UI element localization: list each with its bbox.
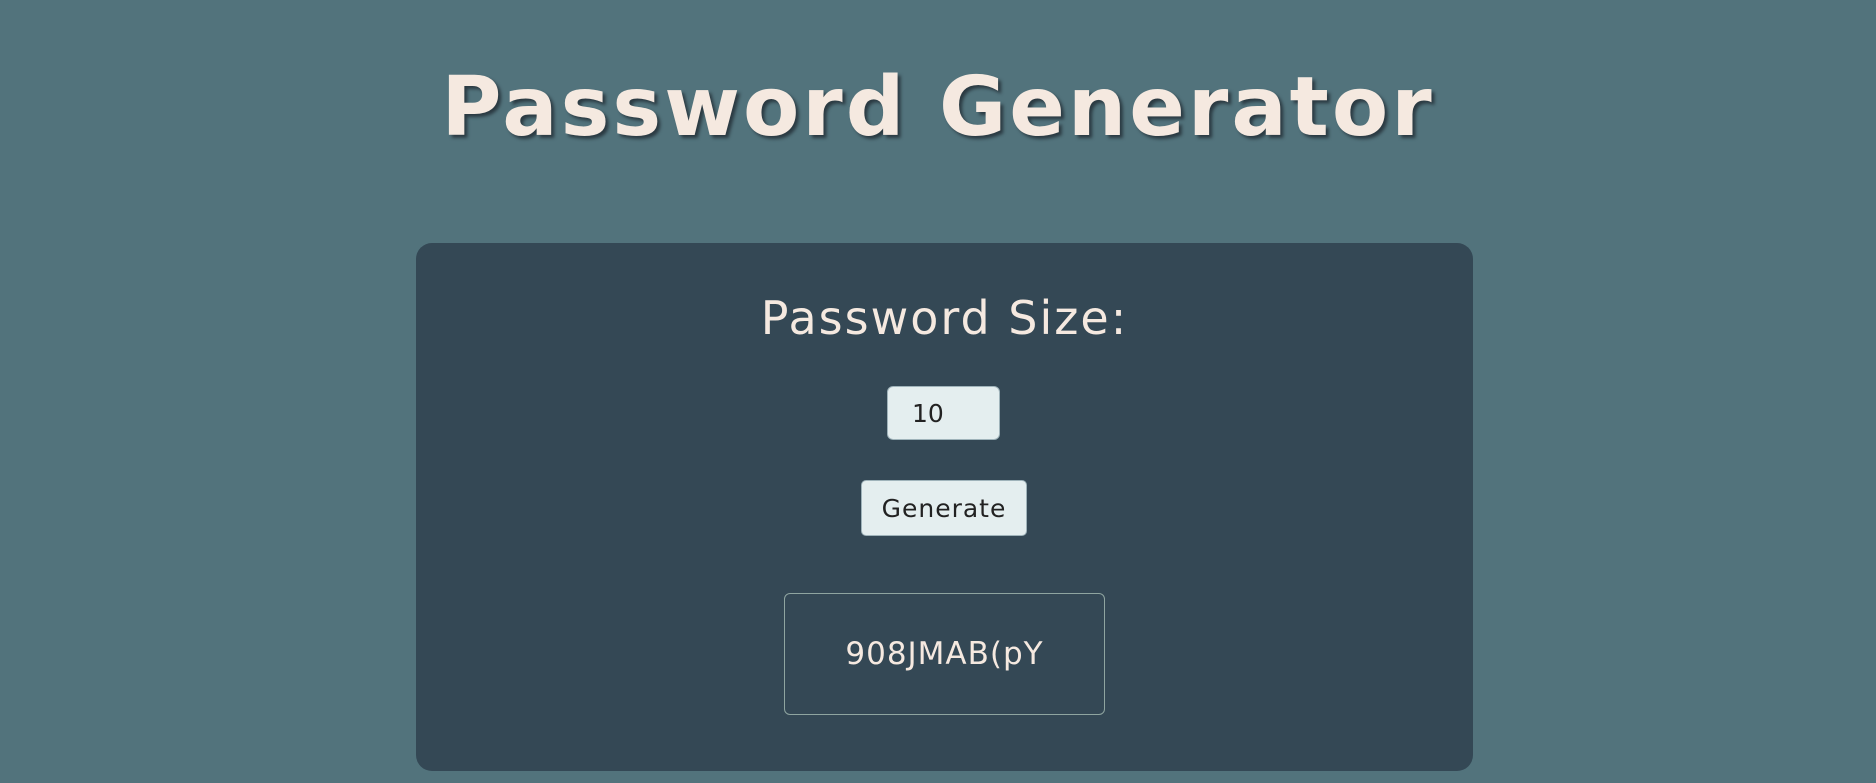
password-size-label: Password Size: — [760, 291, 1129, 345]
password-result-box: 908JMAB(pY — [784, 593, 1105, 715]
generator-card: Password Size: Generate 908JMAB(pY — [416, 243, 1473, 771]
generated-password: 908JMAB(pY — [845, 636, 1044, 672]
page-title: Password Generator — [441, 60, 1435, 155]
generate-button[interactable]: Generate — [861, 480, 1027, 536]
password-size-input[interactable] — [887, 386, 1000, 440]
